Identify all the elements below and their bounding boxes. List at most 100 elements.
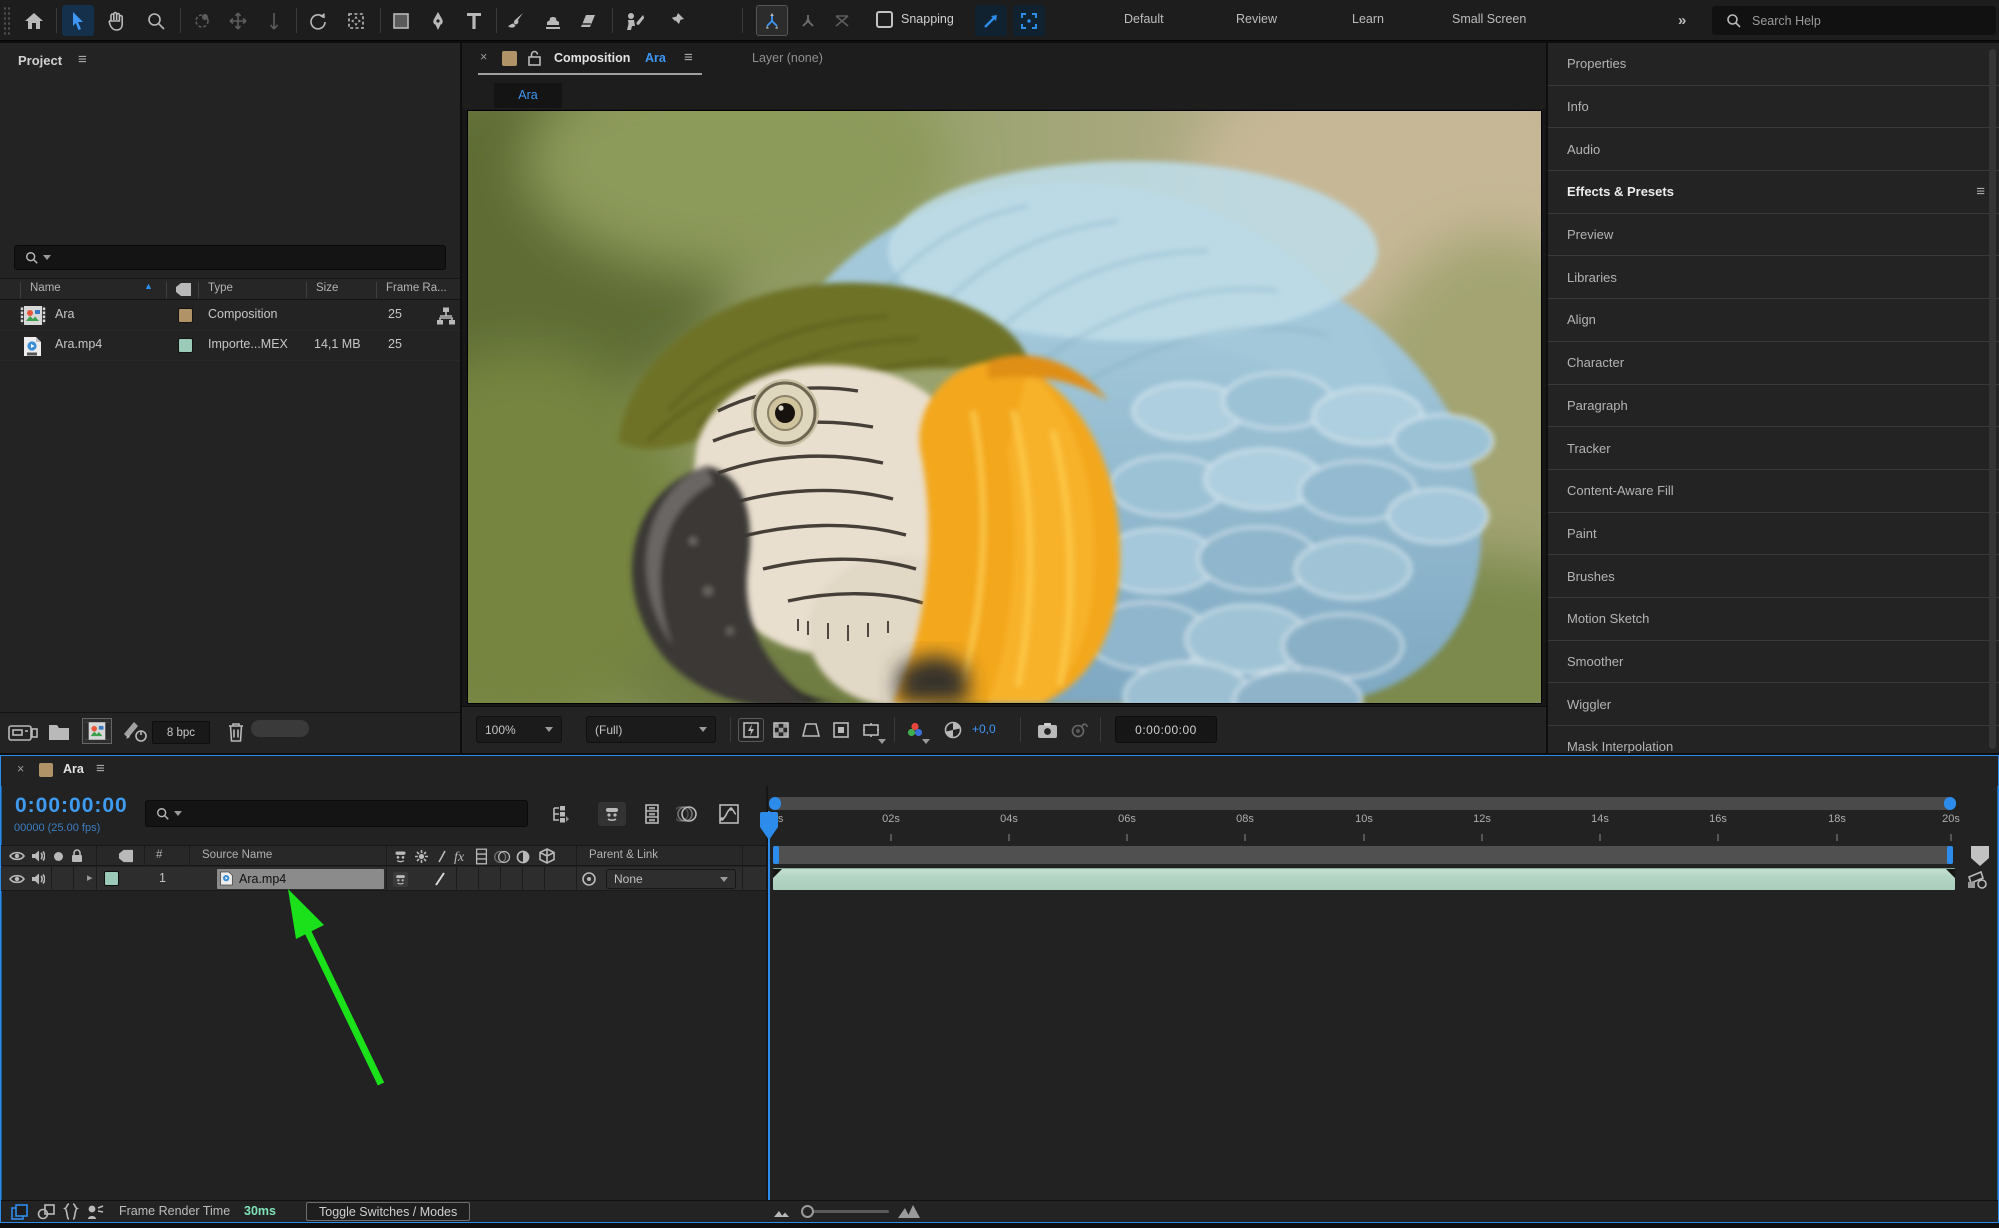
layer-duration-bar[interactable] <box>773 868 1955 890</box>
pan-camera-tool[interactable] <box>222 5 254 36</box>
parent-dropdown[interactable]: None <box>606 869 736 889</box>
comp-label-swatch[interactable] <box>502 51 517 66</box>
eraser-tool[interactable] <box>572 5 604 36</box>
horizontal-scrollbar-thumb[interactable] <box>251 720 309 737</box>
project-search-box[interactable] <box>14 245 446 270</box>
close-icon[interactable]: × <box>480 50 487 64</box>
type-tool[interactable] <box>458 5 490 36</box>
layer-name-selected[interactable]: Ara.mp4 <box>217 869 384 889</box>
local-axis-mode-button[interactable] <box>756 5 788 36</box>
render-engine-icon[interactable] <box>122 720 148 744</box>
workspace-overflow-chevron[interactable]: » <box>1678 12 1686 29</box>
panel-item-properties[interactable]: Properties <box>1548 43 1999 86</box>
search-options-chevron[interactable] <box>174 811 182 816</box>
lock-icon[interactable] <box>71 849 83 863</box>
expand-transfer-controls-icon[interactable] <box>37 1204 55 1220</box>
panel-item-content-aware-fill[interactable]: Content-Aware Fill <box>1548 470 1999 513</box>
panel-item-brushes[interactable]: Brushes <box>1548 555 1999 598</box>
panel-item-smoother[interactable]: Smoother <box>1548 641 1999 684</box>
toggle-switches-modes-button[interactable]: Toggle Switches / Modes <box>306 1202 470 1221</box>
timeline-search-input[interactable] <box>182 807 512 821</box>
sort-ascending-icon[interactable]: ▲ <box>144 281 153 291</box>
mask-visibility-button[interactable] <box>828 718 854 742</box>
rectangle-tool[interactable] <box>385 5 417 36</box>
zoom-out-mountains-icon[interactable] <box>773 1207 791 1218</box>
show-snapshot-button[interactable] <box>1066 718 1092 742</box>
column-parent-link[interactable]: Parent & Link <box>589 849 658 861</box>
panel-item-tracker[interactable]: Tracker <box>1548 427 1999 470</box>
timeline-zoom-track[interactable] <box>801 1210 889 1213</box>
parent-pick-whip-icon[interactable] <box>581 871 597 887</box>
column-frame-rate[interactable]: Frame Ra... <box>386 282 447 294</box>
exposure-value[interactable]: +0,0 <box>972 722 996 736</box>
adjustment-layer-column-icon[interactable] <box>516 850 530 864</box>
layer-eye-icon[interactable] <box>9 873 25 885</box>
audio-speaker-icon[interactable] <box>31 849 45 863</box>
region-of-interest-button[interactable] <box>798 718 824 742</box>
project-panel-menu-icon[interactable]: ≡ <box>78 51 87 68</box>
expand-in-out-panes-icon[interactable] <box>63 1203 79 1220</box>
vertical-scrollbar[interactable] <box>1989 49 1996 749</box>
solo-icon[interactable] <box>53 851 64 862</box>
puppet-pin-tool[interactable] <box>660 5 692 36</box>
delete-trash-icon[interactable] <box>226 720 246 744</box>
comp-marker-bin-icon[interactable] <box>1969 844 1991 868</box>
work-area-end-handle[interactable] <box>1947 846 1953 864</box>
title-action-safe-button[interactable] <box>858 718 884 742</box>
panel-item-motion-sketch[interactable]: Motion Sketch <box>1548 598 1999 641</box>
snapping-checkbox[interactable] <box>876 11 893 28</box>
view-axis-mode-button[interactable] <box>826 5 858 36</box>
used-in-comp-icon[interactable] <box>436 307 456 325</box>
workspace-tab-learn[interactable]: Learn <box>1352 12 1384 26</box>
shy-column-icon[interactable] <box>393 849 408 864</box>
selection-tool[interactable] <box>62 5 94 36</box>
frame-blend-column-icon[interactable] <box>475 848 488 865</box>
panel-item-wiggler[interactable]: Wiggler <box>1548 683 1999 726</box>
column-type[interactable]: Type <box>208 282 233 294</box>
playhead-line[interactable] <box>768 811 770 1201</box>
motion-blur-column-icon[interactable] <box>493 850 512 864</box>
workspace-tab-default[interactable]: Default <box>1124 12 1164 26</box>
column-size[interactable]: Size <box>316 282 338 294</box>
shy-toggle-icon[interactable] <box>598 802 626 826</box>
panel-item-info[interactable]: Info <box>1548 86 1999 129</box>
roto-brush-tool[interactable] <box>618 5 650 36</box>
composition-panel-menu-icon[interactable]: ≡ <box>684 49 693 66</box>
quality-column-icon[interactable] <box>435 849 449 864</box>
composition-tab-name[interactable]: Ara <box>645 51 666 65</box>
layer-shy-switch[interactable] <box>393 872 408 887</box>
table-row-footage[interactable]: Ara.mp4 Importe...MEX 14,1 MB 25 <box>0 331 460 361</box>
pen-tool[interactable] <box>422 5 454 36</box>
new-composition-button[interactable] <box>82 718 112 744</box>
timeline-zoom-knob[interactable] <box>801 1205 814 1218</box>
column-source-name[interactable]: Source Name <box>202 849 272 861</box>
collapse-transformations-icon[interactable] <box>414 849 429 864</box>
world-axis-mode-button[interactable] <box>792 5 824 36</box>
layer-quality-switch[interactable] <box>433 871 447 887</box>
zoom-in-mountains-icon[interactable] <box>897 1204 921 1219</box>
close-icon[interactable]: × <box>17 762 24 776</box>
brush-tool[interactable] <box>500 5 532 36</box>
label-color-swatch[interactable] <box>178 308 193 323</box>
column-number[interactable]: # <box>156 849 162 861</box>
unlock-icon[interactable] <box>528 50 541 66</box>
current-timecode[interactable]: 0:00:00:00 <box>15 794 128 818</box>
expand-layer-chevron[interactable]: ▸ <box>87 871 93 884</box>
workspace-tab-small-screen[interactable]: Small Screen <box>1452 12 1526 26</box>
motion-blur-icon[interactable] <box>673 802 701 826</box>
graph-editor-icon[interactable] <box>715 802 743 826</box>
panel-item-character[interactable]: Character <box>1548 342 1999 385</box>
label-column-icon[interactable] <box>175 282 192 297</box>
toolbar-drag-handle[interactable] <box>3 6 11 35</box>
work-area-bar[interactable] <box>773 846 1953 864</box>
panel-item-mask-interpolation[interactable]: Mask Interpolation <box>1548 726 1999 753</box>
composition-viewer[interactable] <box>462 109 1546 706</box>
channel-select-button[interactable] <box>902 718 928 742</box>
snap-to-features-button[interactable] <box>1013 5 1045 36</box>
video-eye-icon[interactable] <box>9 850 25 862</box>
layer-row-ara-mp4[interactable]: ▸ 1 Ara.mp4 None <box>1 867 766 891</box>
bit-depth-button[interactable]: 8 bpc <box>152 721 210 744</box>
dolly-camera-tool[interactable] <box>258 5 290 36</box>
panel-item-libraries[interactable]: Libraries <box>1548 256 1999 299</box>
interpret-footage-icon[interactable] <box>8 721 38 745</box>
